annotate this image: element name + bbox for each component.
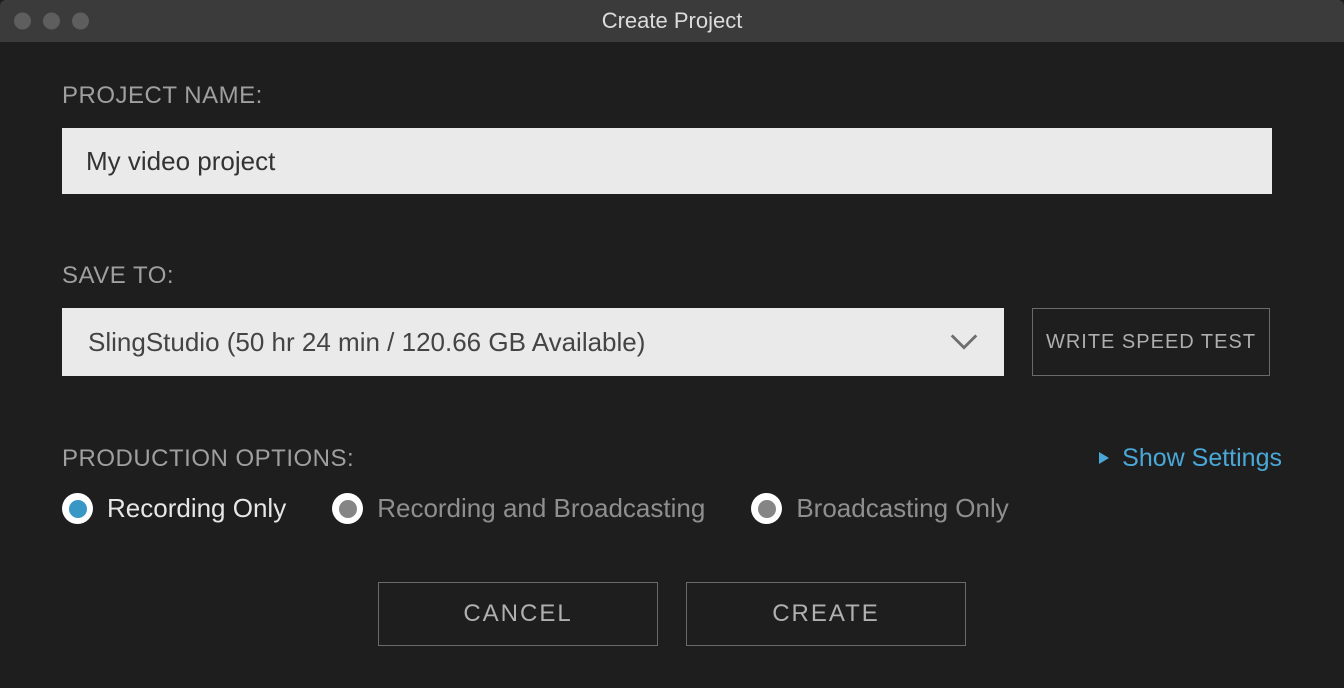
create-button[interactable]: CREATE <box>686 582 966 646</box>
maximize-window-icon[interactable] <box>72 13 89 30</box>
radio-recording-only[interactable]: Recording Only <box>62 493 286 524</box>
triangle-right-icon <box>1096 444 1112 473</box>
radio-icon <box>751 493 782 524</box>
footer-buttons: CANCEL CREATE <box>62 582 1282 646</box>
show-settings-label: Show Settings <box>1122 444 1282 473</box>
project-name-input[interactable] <box>62 128 1272 194</box>
project-name-label: PROJECT NAME: <box>62 82 1282 110</box>
radio-broadcasting-only[interactable]: Broadcasting Only <box>751 493 1008 524</box>
write-speed-test-label: WRITE SPEED TEST <box>1046 331 1256 354</box>
chevron-down-icon <box>946 324 982 360</box>
production-options-label: PRODUCTION OPTIONS: <box>62 445 354 473</box>
write-speed-test-button[interactable]: WRITE SPEED TEST <box>1032 308 1270 376</box>
minimize-window-icon[interactable] <box>43 13 60 30</box>
radio-recording-and-broadcasting[interactable]: Recording and Broadcasting <box>332 493 705 524</box>
radio-icon <box>62 493 93 524</box>
create-label: CREATE <box>772 600 880 628</box>
cancel-button[interactable]: CANCEL <box>378 582 658 646</box>
save-to-label: SAVE TO: <box>62 262 1282 290</box>
close-window-icon[interactable] <box>14 13 31 30</box>
show-settings-toggle[interactable]: Show Settings <box>1096 444 1282 473</box>
save-to-dropdown[interactable]: SlingStudio (50 hr 24 min / 120.66 GB Av… <box>62 308 1004 376</box>
create-project-window: Create Project PROJECT NAME: SAVE TO: Sl… <box>0 0 1344 688</box>
radio-label: Recording Only <box>107 493 286 524</box>
radio-label: Recording and Broadcasting <box>377 493 705 524</box>
radio-icon <box>332 493 363 524</box>
window-controls <box>14 13 89 30</box>
radio-label: Broadcasting Only <box>796 493 1008 524</box>
save-to-selected: SlingStudio (50 hr 24 min / 120.66 GB Av… <box>88 327 645 358</box>
window-title: Create Project <box>602 8 743 34</box>
titlebar: Create Project <box>0 0 1344 42</box>
cancel-label: CANCEL <box>463 600 572 628</box>
production-options-group: Recording Only Recording and Broadcastin… <box>62 493 1282 524</box>
